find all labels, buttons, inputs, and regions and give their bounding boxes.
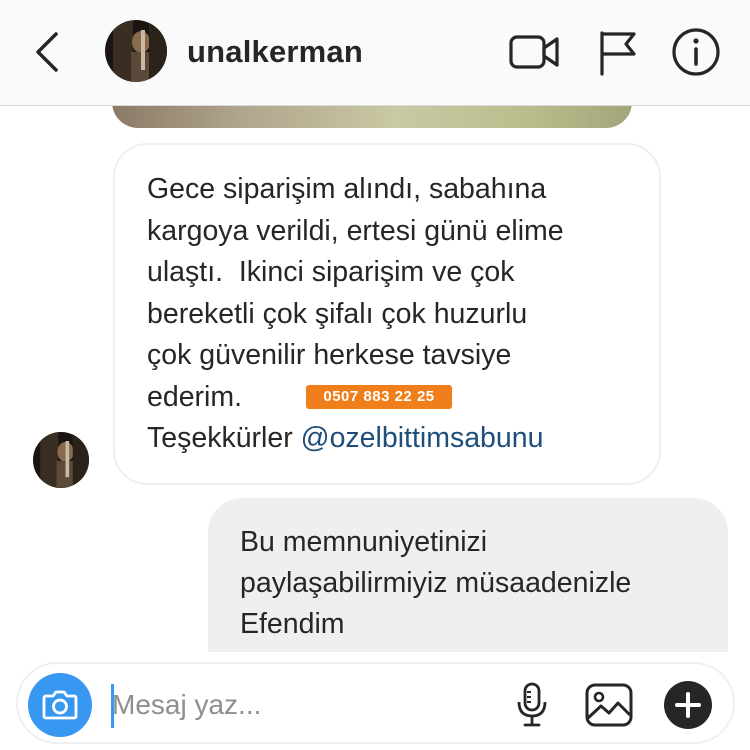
message-line: Bu memnuniyetinizi — [240, 526, 488, 558]
microphone-icon[interactable] — [515, 682, 549, 728]
back-chevron-icon[interactable] — [30, 30, 66, 74]
message-line: paylaşabilirmiyiz müsaadenizle — [240, 567, 632, 599]
message-line: ulaştı. Ikinci siparişim ve çok — [147, 256, 515, 288]
camera-icon[interactable] — [28, 673, 92, 737]
message-line: kargoya verildi, ertesi günü elime — [147, 214, 564, 247]
phone-badge: 0507 883 22 25 — [306, 385, 452, 409]
message-line: Teşekkürler — [147, 422, 301, 454]
message-line: Gece siparişim alındı, sabahına — [147, 173, 547, 205]
message-line: çok güvenilir herkese tavsiye — [147, 339, 512, 371]
message-input[interactable] — [112, 685, 492, 725]
info-icon[interactable] — [670, 26, 722, 78]
gallery-icon[interactable] — [584, 682, 634, 728]
avatar[interactable] — [105, 20, 167, 82]
incoming-message-bubble[interactable]: Gece siparişim alındı, sabahına kargoya … — [113, 143, 661, 485]
video-call-icon[interactable] — [508, 28, 560, 76]
incoming-message-text: Gece siparişim alındı, sabahına kargoya … — [147, 169, 631, 460]
flag-icon[interactable] — [594, 28, 646, 76]
plus-icon[interactable] — [664, 681, 712, 729]
message-line: Efendim — [240, 608, 345, 640]
outgoing-message-bubble[interactable]: Bu memnuniyetinizi paylaşabilirmiyiz müs… — [208, 498, 728, 652]
shared-image-message[interactable] — [112, 106, 632, 128]
message-thread[interactable]: Gece siparişim alındı, sabahına kargoya … — [0, 106, 750, 652]
message-line: bereketli çok şifalı çok huzurlu — [147, 297, 528, 330]
message-composer — [16, 662, 735, 744]
message-line: ederim. — [147, 380, 243, 413]
outgoing-message-text: Bu memnuniyetinizi paylaşabilirmiyiz müs… — [240, 522, 698, 645]
avatar[interactable] — [33, 432, 89, 488]
chat-header: unalkerman — [0, 0, 750, 106]
chat-username[interactable]: unalkerman — [187, 34, 363, 70]
mention-link[interactable]: @ozelbittimsabunu — [301, 422, 544, 454]
